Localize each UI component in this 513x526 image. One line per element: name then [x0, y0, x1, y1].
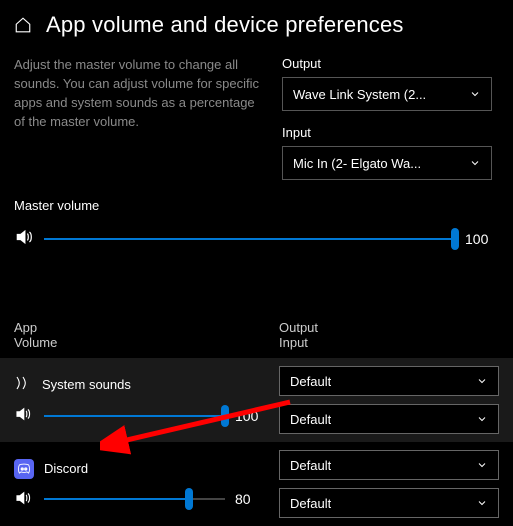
master-volume-value: 100: [465, 231, 499, 247]
chevron-down-icon: [469, 157, 481, 169]
app-output-value: Default: [290, 458, 331, 473]
chevron-down-icon: [476, 413, 488, 425]
app-row-discord: Discord 80 Default Default: [0, 442, 513, 526]
app-input-dropdown[interactable]: Default: [279, 488, 499, 518]
home-icon[interactable]: [14, 16, 32, 34]
output-label: Output: [282, 56, 492, 71]
system-sounds-icon: [14, 374, 32, 395]
app-input-value: Default: [290, 496, 331, 511]
speaker-icon[interactable]: [14, 227, 34, 250]
master-volume-label: Master volume: [14, 198, 499, 213]
input-device-value: Mic In (2- Elgato Wa...: [293, 156, 421, 171]
app-volume-slider[interactable]: [44, 406, 225, 426]
input-device-dropdown[interactable]: Mic In (2- Elgato Wa...: [282, 146, 492, 180]
chevron-down-icon: [476, 497, 488, 509]
app-name: System sounds: [42, 377, 131, 392]
column-volume-label: Volume: [14, 335, 279, 350]
chevron-down-icon: [476, 375, 488, 387]
column-output-label: Output: [279, 320, 499, 335]
app-input-dropdown[interactable]: Default: [279, 404, 499, 434]
speaker-icon[interactable]: [14, 405, 34, 426]
output-device-value: Wave Link System (2...: [293, 87, 426, 102]
description-text: Adjust the master volume to change all s…: [14, 56, 264, 194]
app-output-dropdown[interactable]: Default: [279, 366, 499, 396]
page-title: App volume and device preferences: [46, 12, 404, 38]
app-volume-value: 80: [235, 491, 269, 507]
master-volume-slider[interactable]: [44, 229, 455, 249]
app-name: Discord: [44, 461, 88, 476]
chevron-down-icon: [476, 459, 488, 471]
column-input-label: Input: [279, 335, 499, 350]
app-output-value: Default: [290, 374, 331, 389]
discord-icon: [14, 459, 34, 479]
app-volume-slider[interactable]: [44, 489, 225, 509]
output-device-dropdown[interactable]: Wave Link System (2...: [282, 77, 492, 111]
chevron-down-icon: [469, 88, 481, 100]
app-input-value: Default: [290, 412, 331, 427]
column-app-label: App: [14, 320, 279, 335]
app-volume-value: 100: [235, 408, 269, 424]
app-row-system-sounds: System sounds 100 Default Default: [0, 358, 513, 442]
speaker-icon[interactable]: [14, 489, 34, 510]
input-label: Input: [282, 125, 492, 140]
app-output-dropdown[interactable]: Default: [279, 450, 499, 480]
